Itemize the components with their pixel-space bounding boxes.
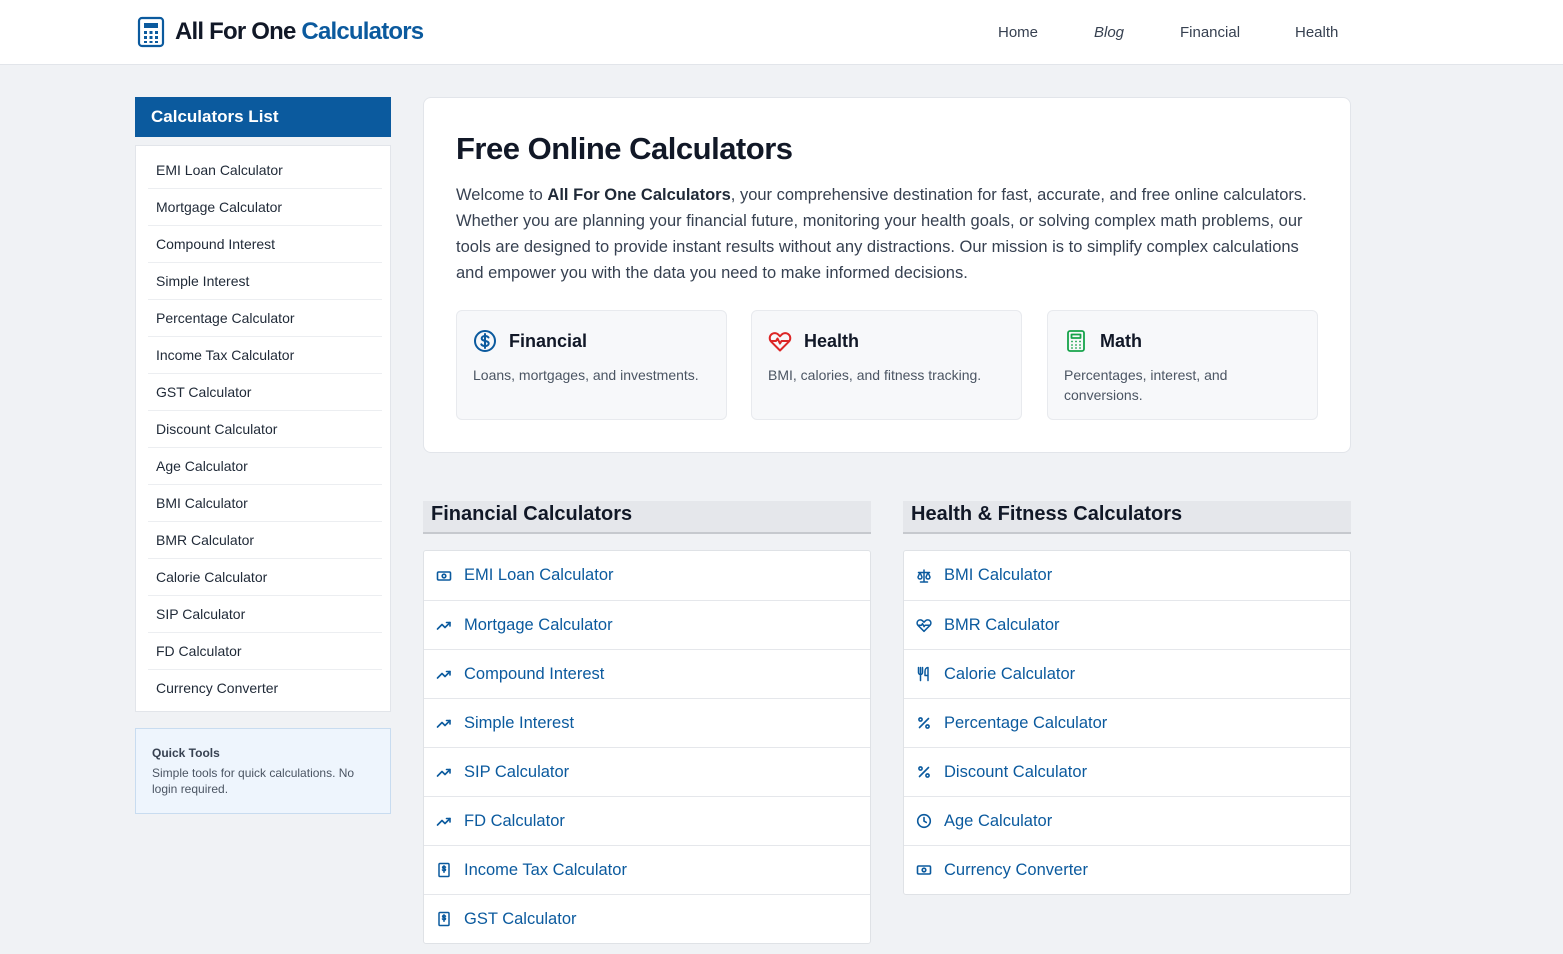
sidebar-item[interactable]: Mortgage Calculator <box>148 189 382 226</box>
calculator-link[interactable]: FD Calculator <box>424 796 870 845</box>
sidebar-list: EMI Loan Calculator Mortgage Calculator … <box>135 145 391 712</box>
financial-calculator-list: EMI Loan Calculator Mortgage Calculator … <box>423 550 871 944</box>
calculator-link[interactable]: GST Calculator <box>424 894 870 943</box>
calculator-link[interactable]: Percentage Calculator <box>904 698 1350 747</box>
health-section-title: Health & Fitness Calculators <box>903 501 1351 534</box>
clock-icon <box>916 813 932 829</box>
receipt-icon <box>438 911 450 927</box>
category-title: Math <box>1100 330 1142 351</box>
quick-tools-description: Simple tools for quick calculations. No … <box>152 766 355 796</box>
page-title: Free Online Calculators <box>456 131 793 166</box>
category-card-financial[interactable]: Financial Loans, mortgages, and investme… <box>456 310 727 420</box>
calculator-link[interactable]: Currency Converter <box>904 845 1350 894</box>
trending-up-icon <box>436 621 451 630</box>
trending-up-icon <box>436 768 451 777</box>
receipt-icon <box>438 862 450 878</box>
calculator-link[interactable]: Compound Interest <box>424 649 870 698</box>
sidebar-item[interactable]: Percentage Calculator <box>148 300 382 337</box>
heart-pulse-icon <box>916 619 932 633</box>
nav-health[interactable]: Health <box>1295 24 1338 41</box>
sidebar-item[interactable]: Age Calculator <box>148 448 382 485</box>
utensils-icon <box>917 666 929 682</box>
percent-icon <box>918 766 930 778</box>
banknote-icon <box>916 865 932 875</box>
sidebar-item[interactable]: Income Tax Calculator <box>148 337 382 374</box>
site-logo[interactable]: All For One Calculators <box>137 16 424 48</box>
quick-tools-box: Quick Tools Simple tools for quick calcu… <box>135 728 391 814</box>
trending-up-icon <box>436 817 451 826</box>
quick-tools-title: Quick Tools <box>152 746 220 760</box>
percent-icon <box>918 717 930 729</box>
sidebar-item[interactable]: BMR Calculator <box>148 522 382 559</box>
calculator-link[interactable]: BMR Calculator <box>904 600 1350 649</box>
calculator-link[interactable]: BMI Calculator <box>904 551 1350 600</box>
calculator-link[interactable]: Discount Calculator <box>904 747 1350 796</box>
sidebar-item[interactable]: Discount Calculator <box>148 411 382 448</box>
calculator-link[interactable]: Calorie Calculator <box>904 649 1350 698</box>
nav-home[interactable]: Home <box>998 24 1038 41</box>
calculator-link[interactable]: Mortgage Calculator <box>424 600 870 649</box>
intro-text: Welcome to All For One Calculators, your… <box>456 186 1307 282</box>
sidebar-item[interactable]: Simple Interest <box>148 263 382 300</box>
sidebar-item[interactable]: GST Calculator <box>148 374 382 411</box>
calculator-icon <box>1067 330 1085 352</box>
heart-pulse-icon <box>768 332 792 352</box>
health-calculator-list: BMI Calculator BMR Calculator Calorie Ca… <box>903 550 1351 895</box>
calculator-icon <box>137 16 165 48</box>
hero-card: Free Online Calculators Welcome to All F… <box>423 97 1351 453</box>
nav-blog[interactable]: Blog <box>1094 24 1124 41</box>
logo-text: All For One Calculators <box>175 18 424 45</box>
calculator-link[interactable]: Simple Interest <box>424 698 870 747</box>
calculator-link[interactable]: EMI Loan Calculator <box>424 551 870 600</box>
sidebar-item[interactable]: FD Calculator <box>148 633 382 670</box>
site-header: All For One Calculators Home Blog Financ… <box>0 0 1563 65</box>
calculator-link[interactable]: SIP Calculator <box>424 747 870 796</box>
sidebar-item[interactable]: EMI Loan Calculator <box>148 152 382 189</box>
category-title: Financial <box>509 330 588 351</box>
category-card-math[interactable]: Math Percentages, interest, and conversi… <box>1047 310 1318 420</box>
sidebar-item[interactable]: Calorie Calculator <box>148 559 382 596</box>
scale-icon <box>917 568 931 583</box>
category-description: Loans, mortgages, and investments. <box>473 367 699 383</box>
sidebar-item[interactable]: Compound Interest <box>148 226 382 263</box>
calculator-link[interactable]: Age Calculator <box>904 796 1350 845</box>
sidebar-title: Calculators List <box>135 97 391 137</box>
calculator-link[interactable]: Income Tax Calculator <box>424 845 870 894</box>
financial-section-title: Financial Calculators <box>423 501 871 534</box>
trending-up-icon <box>436 670 451 679</box>
sidebar-item[interactable]: SIP Calculator <box>148 596 382 633</box>
sidebar-item[interactable]: BMI Calculator <box>148 485 382 522</box>
category-description: BMI, calories, and fitness tracking. <box>768 367 982 383</box>
category-title: Health <box>804 330 860 351</box>
sidebar-item[interactable]: Currency Converter <box>148 670 382 707</box>
nav-financial[interactable]: Financial <box>1180 24 1240 41</box>
category-description: Percentages, interest, and conversions. <box>1064 367 1228 403</box>
trending-up-icon <box>436 719 451 728</box>
category-card-health[interactable]: Health BMI, calories, and fitness tracki… <box>751 310 1022 420</box>
banknote-icon <box>436 570 452 581</box>
dollar-circle-icon <box>474 330 496 352</box>
